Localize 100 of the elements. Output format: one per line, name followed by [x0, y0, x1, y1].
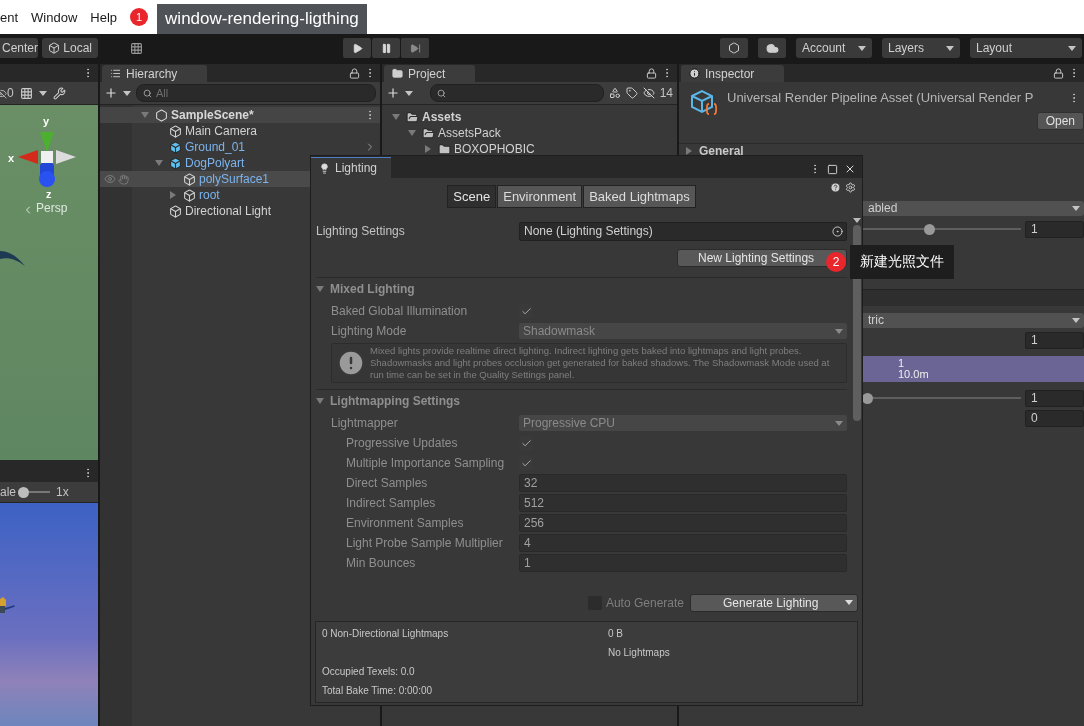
number-field[interactable]: 512 [519, 494, 847, 512]
folder-item[interactable]: BOXOPHOBIC [382, 141, 677, 157]
cube-icon [48, 42, 60, 54]
open-button[interactable]: Open [1036, 112, 1084, 130]
tools-icon[interactable] [52, 86, 66, 100]
setting-label: Light Probe Sample Multiplier [345, 536, 504, 550]
tag-icon[interactable] [625, 87, 638, 99]
expanded-arrow-icon[interactable] [316, 397, 324, 405]
play-button[interactable] [343, 38, 371, 58]
lock-icon[interactable] [1053, 67, 1064, 79]
collapsed-arrow-icon[interactable] [685, 147, 693, 155]
setting-label: Lightmapper [330, 416, 399, 430]
setting-label: Direct Samples [345, 476, 429, 490]
cube-outline-icon [169, 204, 182, 218]
menu-item[interactable]: ent [0, 9, 19, 25]
folder-item[interactable]: Assets [382, 109, 677, 125]
lock-icon[interactable] [349, 67, 360, 79]
settings-icon[interactable] [845, 182, 856, 193]
hierarchy-item[interactable]: Directional Light [100, 203, 380, 219]
asset-title: Universal Render Pipeline Asset (Universal Render P [727, 90, 1034, 107]
dropdown-caret-icon [405, 90, 413, 96]
number-field[interactable]: 4 [519, 534, 847, 552]
generate-lighting-button[interactable]: Generate Lighting [690, 593, 858, 612]
section-header[interactable]: Mixed Lighting [316, 278, 847, 301]
lighting-tab-button[interactable]: Environment [497, 184, 583, 208]
maximize-icon[interactable] [827, 163, 838, 175]
scene-view[interactable]: y x z Persp [0, 105, 98, 460]
auto-generate-label: Auto Generate [605, 595, 684, 610]
layers-dropdown[interactable]: Layers [882, 38, 960, 58]
target-icon[interactable] [832, 225, 843, 237]
lighting-tab-button[interactable]: Scene [447, 184, 497, 208]
expanded-arrow-icon[interactable] [155, 159, 163, 167]
hierarchy-tab[interactable]: Hierarchy [102, 65, 208, 82]
scene-icon [155, 108, 168, 122]
open-folder-icon [406, 110, 419, 124]
number-field[interactable]: 0 [1025, 409, 1084, 427]
play-icon [351, 42, 363, 54]
lock-icon[interactable] [646, 67, 657, 79]
inspector-tab[interactable]: Inspector [681, 65, 785, 82]
pivot-button[interactable]: Center [0, 38, 38, 58]
number-field[interactable]: 1 [519, 554, 847, 572]
section-header[interactable]: Lightmapping Settings [316, 389, 847, 413]
hierarchy-item[interactable]: SampleScene* [100, 107, 380, 123]
lighting-tab-button[interactable]: Baked Lightmaps [583, 184, 696, 208]
menu-item[interactable]: Window [31, 9, 78, 25]
folder-item[interactable]: AssetsPack [382, 125, 677, 141]
space-button[interactable]: Local [42, 38, 98, 58]
menu-item[interactable]: Help [90, 9, 118, 25]
annotation-callout: window-rendering-ligthing [157, 4, 367, 34]
object-field[interactable]: None (Lighting Settings) [519, 221, 847, 241]
dropdown-caret-icon [1072, 317, 1080, 323]
step-badge: 1 [130, 8, 149, 26]
grid-icon[interactable] [19, 86, 33, 100]
setting-label: Environment Samples [345, 516, 465, 530]
stat-text: Total Bake Time: 0:00:00 [322, 685, 434, 696]
shapes-icon[interactable] [608, 87, 621, 99]
annotation-callout: 新建光照文件 [850, 245, 954, 279]
expanded-arrow-icon[interactable] [392, 113, 400, 121]
add-icon[interactable] [104, 86, 118, 100]
step-button[interactable] [401, 38, 429, 58]
slider-thumb[interactable] [924, 223, 936, 235]
hexagon-icon [728, 42, 740, 54]
dropdown-caret-icon [845, 600, 853, 605]
folder-icon [392, 68, 403, 79]
setting-label: Progressive Updates [345, 436, 459, 450]
pause-button[interactable] [372, 38, 400, 58]
number-field[interactable]: 256 [519, 514, 847, 532]
help-icon[interactable] [830, 182, 841, 193]
search-field[interactable] [430, 84, 604, 102]
stat-text: 0 B [608, 628, 624, 639]
services-button[interactable] [720, 38, 748, 58]
number-field[interactable]: 32 [519, 474, 847, 492]
lighting-tab[interactable]: Lighting [311, 157, 392, 178]
warning-icon [336, 348, 366, 378]
add-icon[interactable] [386, 86, 400, 100]
hierarchy-item[interactable]: Main Camera [100, 123, 380, 139]
number-field[interactable]: 1 [1025, 220, 1084, 238]
account-dropdown[interactable]: Account [796, 38, 872, 58]
dropdown-caret-icon [835, 328, 843, 334]
project-tab[interactable]: Project [384, 65, 476, 82]
expanded-arrow-icon[interactable] [408, 129, 416, 137]
check-icon [520, 437, 532, 449]
axis-label: y [43, 115, 50, 127]
hierarchy-item[interactable]: root [100, 187, 380, 203]
close-icon[interactable] [844, 163, 856, 175]
asset-icon [689, 88, 719, 118]
hierarchy-item[interactable]: Ground_01 [100, 139, 380, 155]
step-forward-icon [409, 42, 421, 54]
eye-off-icon[interactable] [642, 87, 655, 99]
cloud-button[interactable] [758, 38, 786, 58]
layout-dropdown[interactable]: Layout [970, 38, 1082, 58]
collapsed-arrow-icon[interactable] [424, 145, 432, 153]
setting-label: Multiple Importance Sampling [345, 456, 506, 470]
expanded-arrow-icon[interactable] [316, 285, 324, 293]
collapsed-arrow-icon[interactable] [169, 191, 177, 199]
number-field[interactable]: 1 [1025, 389, 1084, 407]
slider-thumb[interactable] [18, 486, 30, 498]
grid-icon [129, 41, 143, 55]
setting-label: Baked Global Illumination [330, 304, 469, 318]
number-field[interactable]: 1 [1025, 331, 1084, 349]
